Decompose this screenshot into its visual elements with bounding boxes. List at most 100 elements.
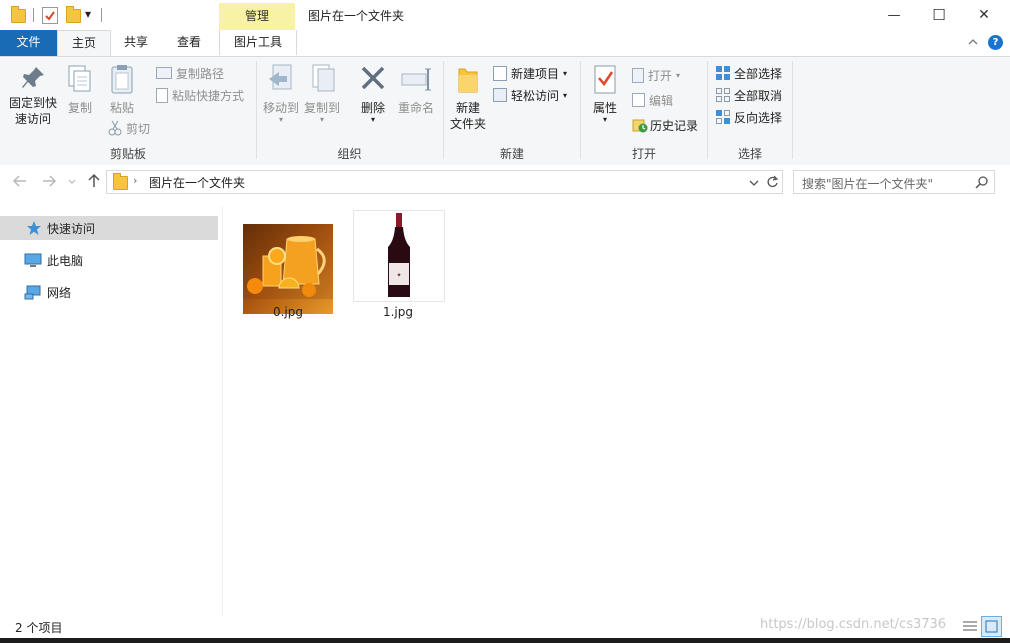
toolbar-separator (33, 8, 34, 22)
customize-toolbar-dropdown[interactable]: ▾ (85, 7, 91, 21)
tab-view[interactable]: 查看 (164, 30, 214, 55)
copy-path-icon (156, 67, 172, 79)
network-icon (24, 285, 41, 300)
move-to-button[interactable]: 移动到 ▾ (261, 63, 301, 124)
invert-selection-icon (716, 110, 730, 124)
open-group-label: 打开 (631, 147, 656, 161)
edit-label: 编辑 (649, 93, 674, 108)
new-folder-button[interactable]: 新建 文件夹 (447, 63, 489, 132)
organize-group-label: 组织 (337, 147, 362, 161)
easy-access-icon (493, 88, 507, 102)
invert-selection-label: 反向选择 (734, 110, 783, 125)
file-thumbnail-wine-bottle: ✦ (353, 210, 445, 302)
select-all-label: 全部选择 (734, 66, 783, 81)
search-box[interactable]: 搜索"图片在一个文件夹" (793, 170, 995, 194)
file-name: 0.jpg (272, 305, 304, 319)
refresh-icon (767, 175, 779, 188)
new-folder-icon (458, 68, 478, 93)
minimize-icon: — (887, 7, 901, 23)
copy-to-label: 复制到 (303, 101, 340, 115)
taskbar-edge (0, 638, 1010, 643)
paste-label: 粘贴 (109, 101, 134, 115)
star-icon (27, 221, 41, 235)
breadcrumb-current-folder[interactable]: 图片在一个文件夹 (149, 174, 245, 191)
nav-item-quick-access[interactable]: 快速访问 (0, 216, 218, 240)
address-bar[interactable]: › 图片在一个文件夹 (106, 170, 764, 194)
maximize-button[interactable]: ☐ (916, 0, 962, 30)
window-title: 图片在一个文件夹 (308, 9, 405, 23)
select-all-button[interactable]: 全部选择 (715, 63, 782, 83)
arrow-right-icon (43, 175, 57, 187)
group-separator (792, 61, 793, 159)
new-group-label: 新建 (499, 147, 524, 161)
help-icon: ? (992, 37, 999, 48)
pin-to-quick-access-button[interactable]: 固定到快 速访问 (4, 63, 62, 127)
new-folder-quick-button[interactable] (66, 6, 81, 23)
recent-locations-button[interactable] (67, 176, 77, 190)
tab-file[interactable]: 文件 (0, 30, 57, 56)
large-icons-view-button[interactable] (981, 616, 1002, 637)
select-group-label: 选择 (737, 147, 762, 161)
chevron-down-icon: ▾ (602, 115, 607, 124)
minimize-button[interactable]: — (871, 0, 917, 30)
select-all-icon (716, 66, 730, 80)
move-to-icon (269, 64, 292, 90)
chevron-down-icon: ▾ (676, 70, 681, 80)
nav-item-label: 网络 (47, 285, 72, 300)
forward-button[interactable] (41, 174, 57, 191)
select-none-icon (716, 88, 730, 102)
open-button[interactable]: 打开 ▾ (632, 65, 680, 85)
delete-button[interactable]: 删除 ▾ (354, 63, 392, 124)
details-view-button[interactable] (962, 619, 978, 636)
file-item[interactable]: 0.jpg (233, 209, 343, 323)
new-item-button[interactable]: 新建项目 ▾ (493, 63, 567, 83)
large-icons-view-icon (985, 620, 998, 633)
nav-item-this-pc[interactable]: 此电脑 (0, 248, 218, 272)
help-button[interactable]: ? (988, 35, 1003, 50)
pin-label-line1: 固定到快 (8, 96, 57, 110)
new-item-icon (493, 65, 507, 81)
nav-item-label: 快速访问 (47, 221, 96, 236)
open-icon (632, 67, 644, 83)
select-none-button[interactable]: 全部取消 (715, 85, 782, 105)
new-folder-label-line1: 新建 (455, 101, 480, 115)
close-button[interactable]: ✕ (961, 0, 1007, 30)
copy-button[interactable]: 复制 (62, 63, 98, 116)
copy-to-button[interactable]: 复制到 ▾ (302, 63, 342, 124)
address-history-dropdown[interactable] (749, 177, 759, 191)
collapse-ribbon-button[interactable] (968, 36, 978, 49)
file-item[interactable]: ✦ 1.jpg (343, 209, 453, 323)
select-none-label: 全部取消 (734, 88, 783, 103)
easy-access-button[interactable]: 轻松访问 ▾ (493, 85, 567, 105)
history-icon (632, 119, 648, 133)
nav-item-network[interactable]: 网络 (0, 280, 218, 304)
refresh-button[interactable] (763, 170, 783, 194)
properties-quick-button[interactable] (42, 7, 58, 24)
close-icon: ✕ (978, 7, 990, 23)
paste-shortcut-button[interactable]: 粘贴快捷方式 (156, 85, 244, 105)
delete-label: 删除 (360, 101, 385, 115)
back-button[interactable] (12, 174, 28, 191)
properties-button[interactable]: 属性 ▾ (586, 63, 624, 124)
history-button[interactable]: 历史记录 (632, 115, 698, 135)
clipboard-icon (111, 65, 133, 94)
up-button[interactable] (87, 173, 101, 192)
rename-label: 重命名 (397, 101, 434, 115)
cut-button[interactable]: 剪切 (107, 118, 150, 138)
paste-button[interactable]: 粘贴 (102, 63, 142, 116)
paste-shortcut-label: 粘贴快捷方式 (172, 88, 245, 103)
folder-icon (113, 173, 128, 190)
contextual-tab-manage[interactable]: 管理 (219, 3, 295, 31)
tab-home[interactable]: 主页 (57, 30, 111, 57)
rename-button[interactable]: 重命名 (396, 63, 436, 116)
chevron-down-icon: ▾ (319, 115, 324, 124)
checkmark-icon (45, 11, 55, 21)
tab-share[interactable]: 共享 (112, 30, 160, 55)
invert-selection-button[interactable]: 反向选择 (715, 107, 782, 127)
edit-button[interactable]: 编辑 (632, 90, 673, 110)
copy-path-button[interactable]: 复制路径 (156, 63, 224, 83)
tab-picture-tools[interactable]: 图片工具 (219, 30, 297, 55)
rename-icon (401, 68, 431, 91)
copy-label: 复制 (67, 101, 92, 115)
history-label: 历史记录 (650, 118, 699, 133)
